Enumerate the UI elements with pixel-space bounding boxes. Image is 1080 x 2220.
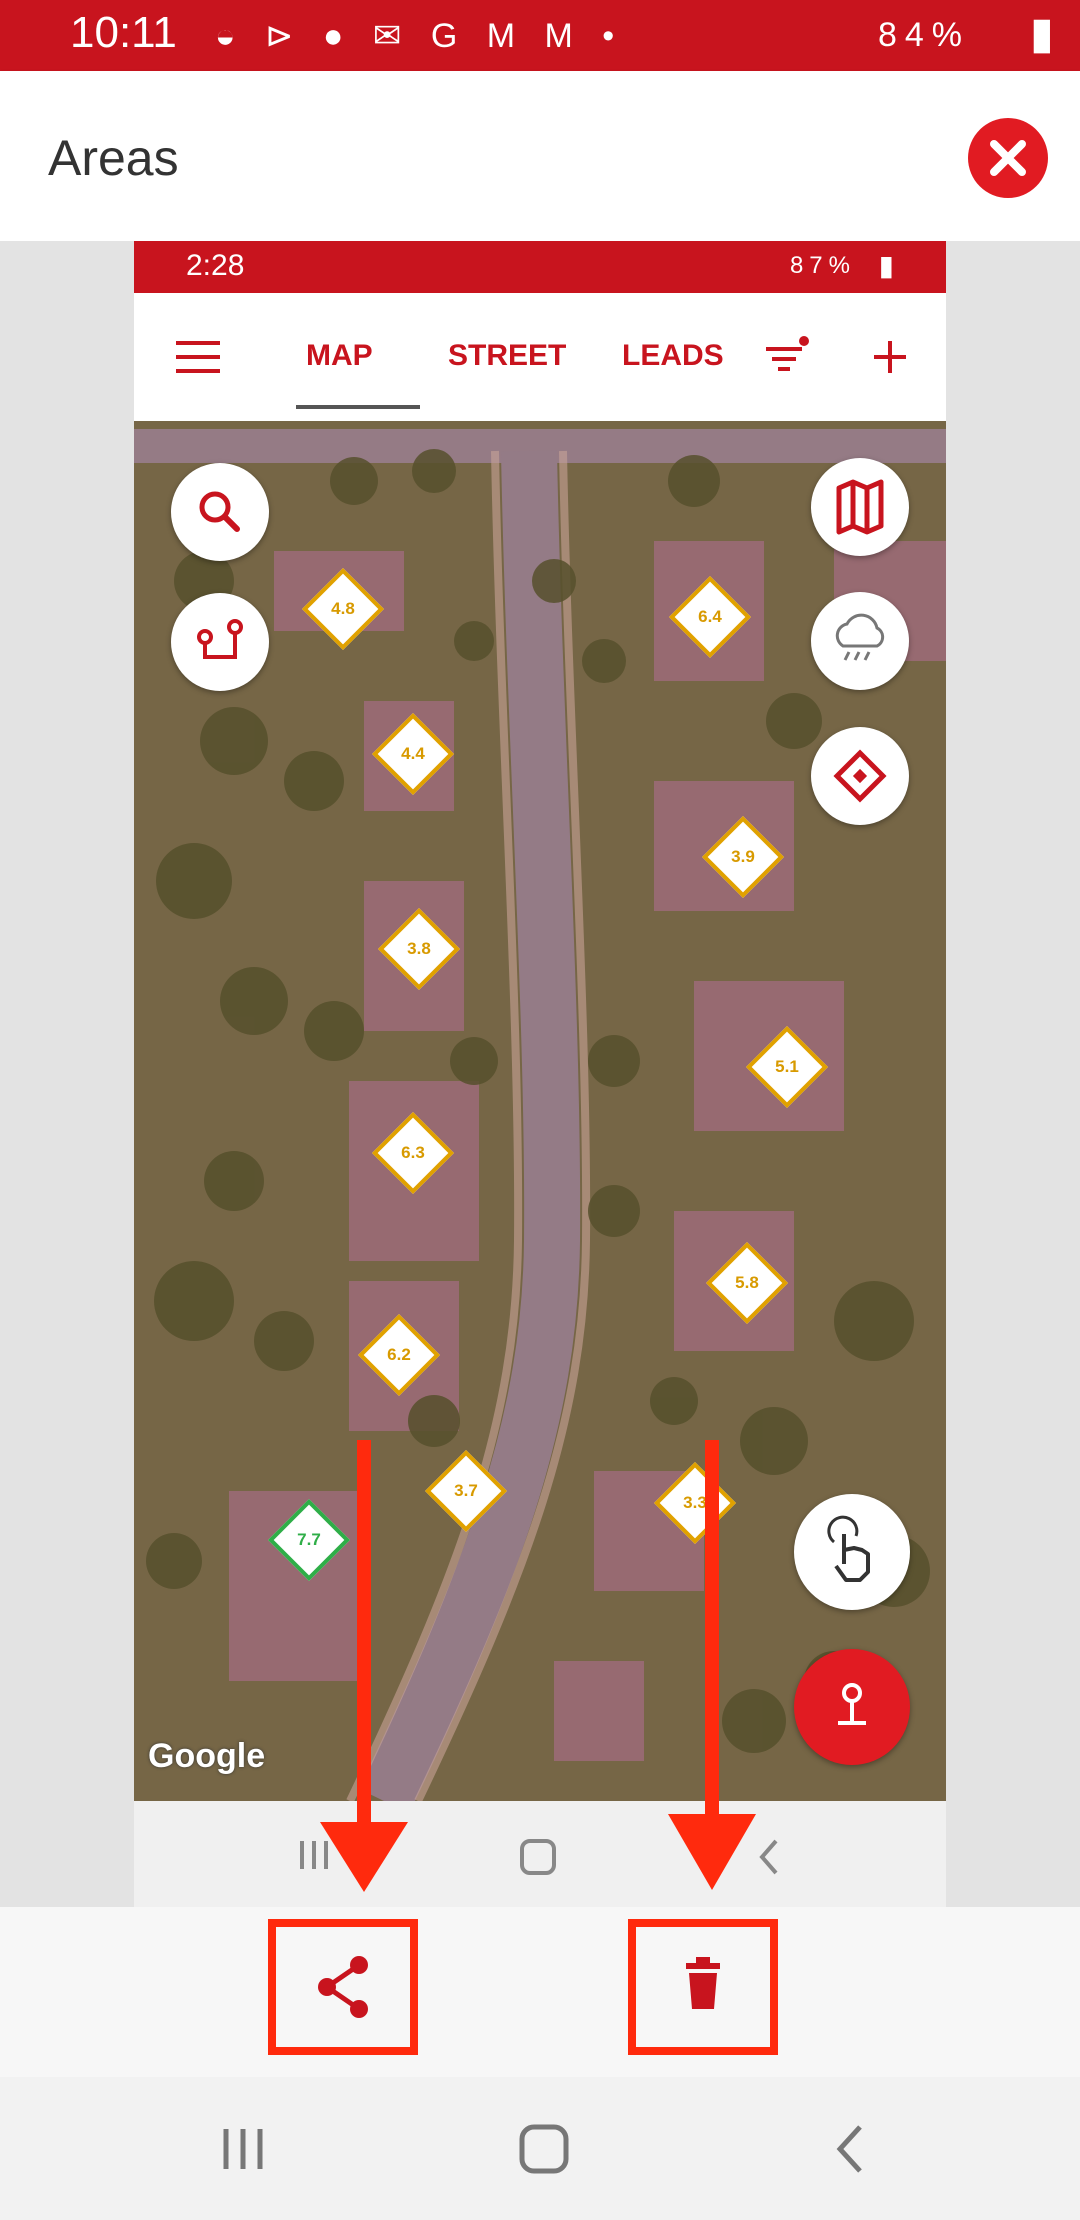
share-icon bbox=[318, 1956, 368, 2018]
home-icon[interactable] bbox=[518, 2123, 570, 2175]
annotation-arrows bbox=[320, 1440, 756, 1892]
delete-button[interactable] bbox=[628, 1919, 778, 2055]
area-action-bar bbox=[0, 1907, 1080, 2077]
trash-icon bbox=[686, 1957, 720, 2009]
system-nav-bar bbox=[0, 2077, 1080, 2220]
back-icon[interactable] bbox=[830, 2123, 870, 2175]
recents-icon[interactable] bbox=[218, 2125, 268, 2173]
share-button[interactable] bbox=[268, 1919, 418, 2055]
